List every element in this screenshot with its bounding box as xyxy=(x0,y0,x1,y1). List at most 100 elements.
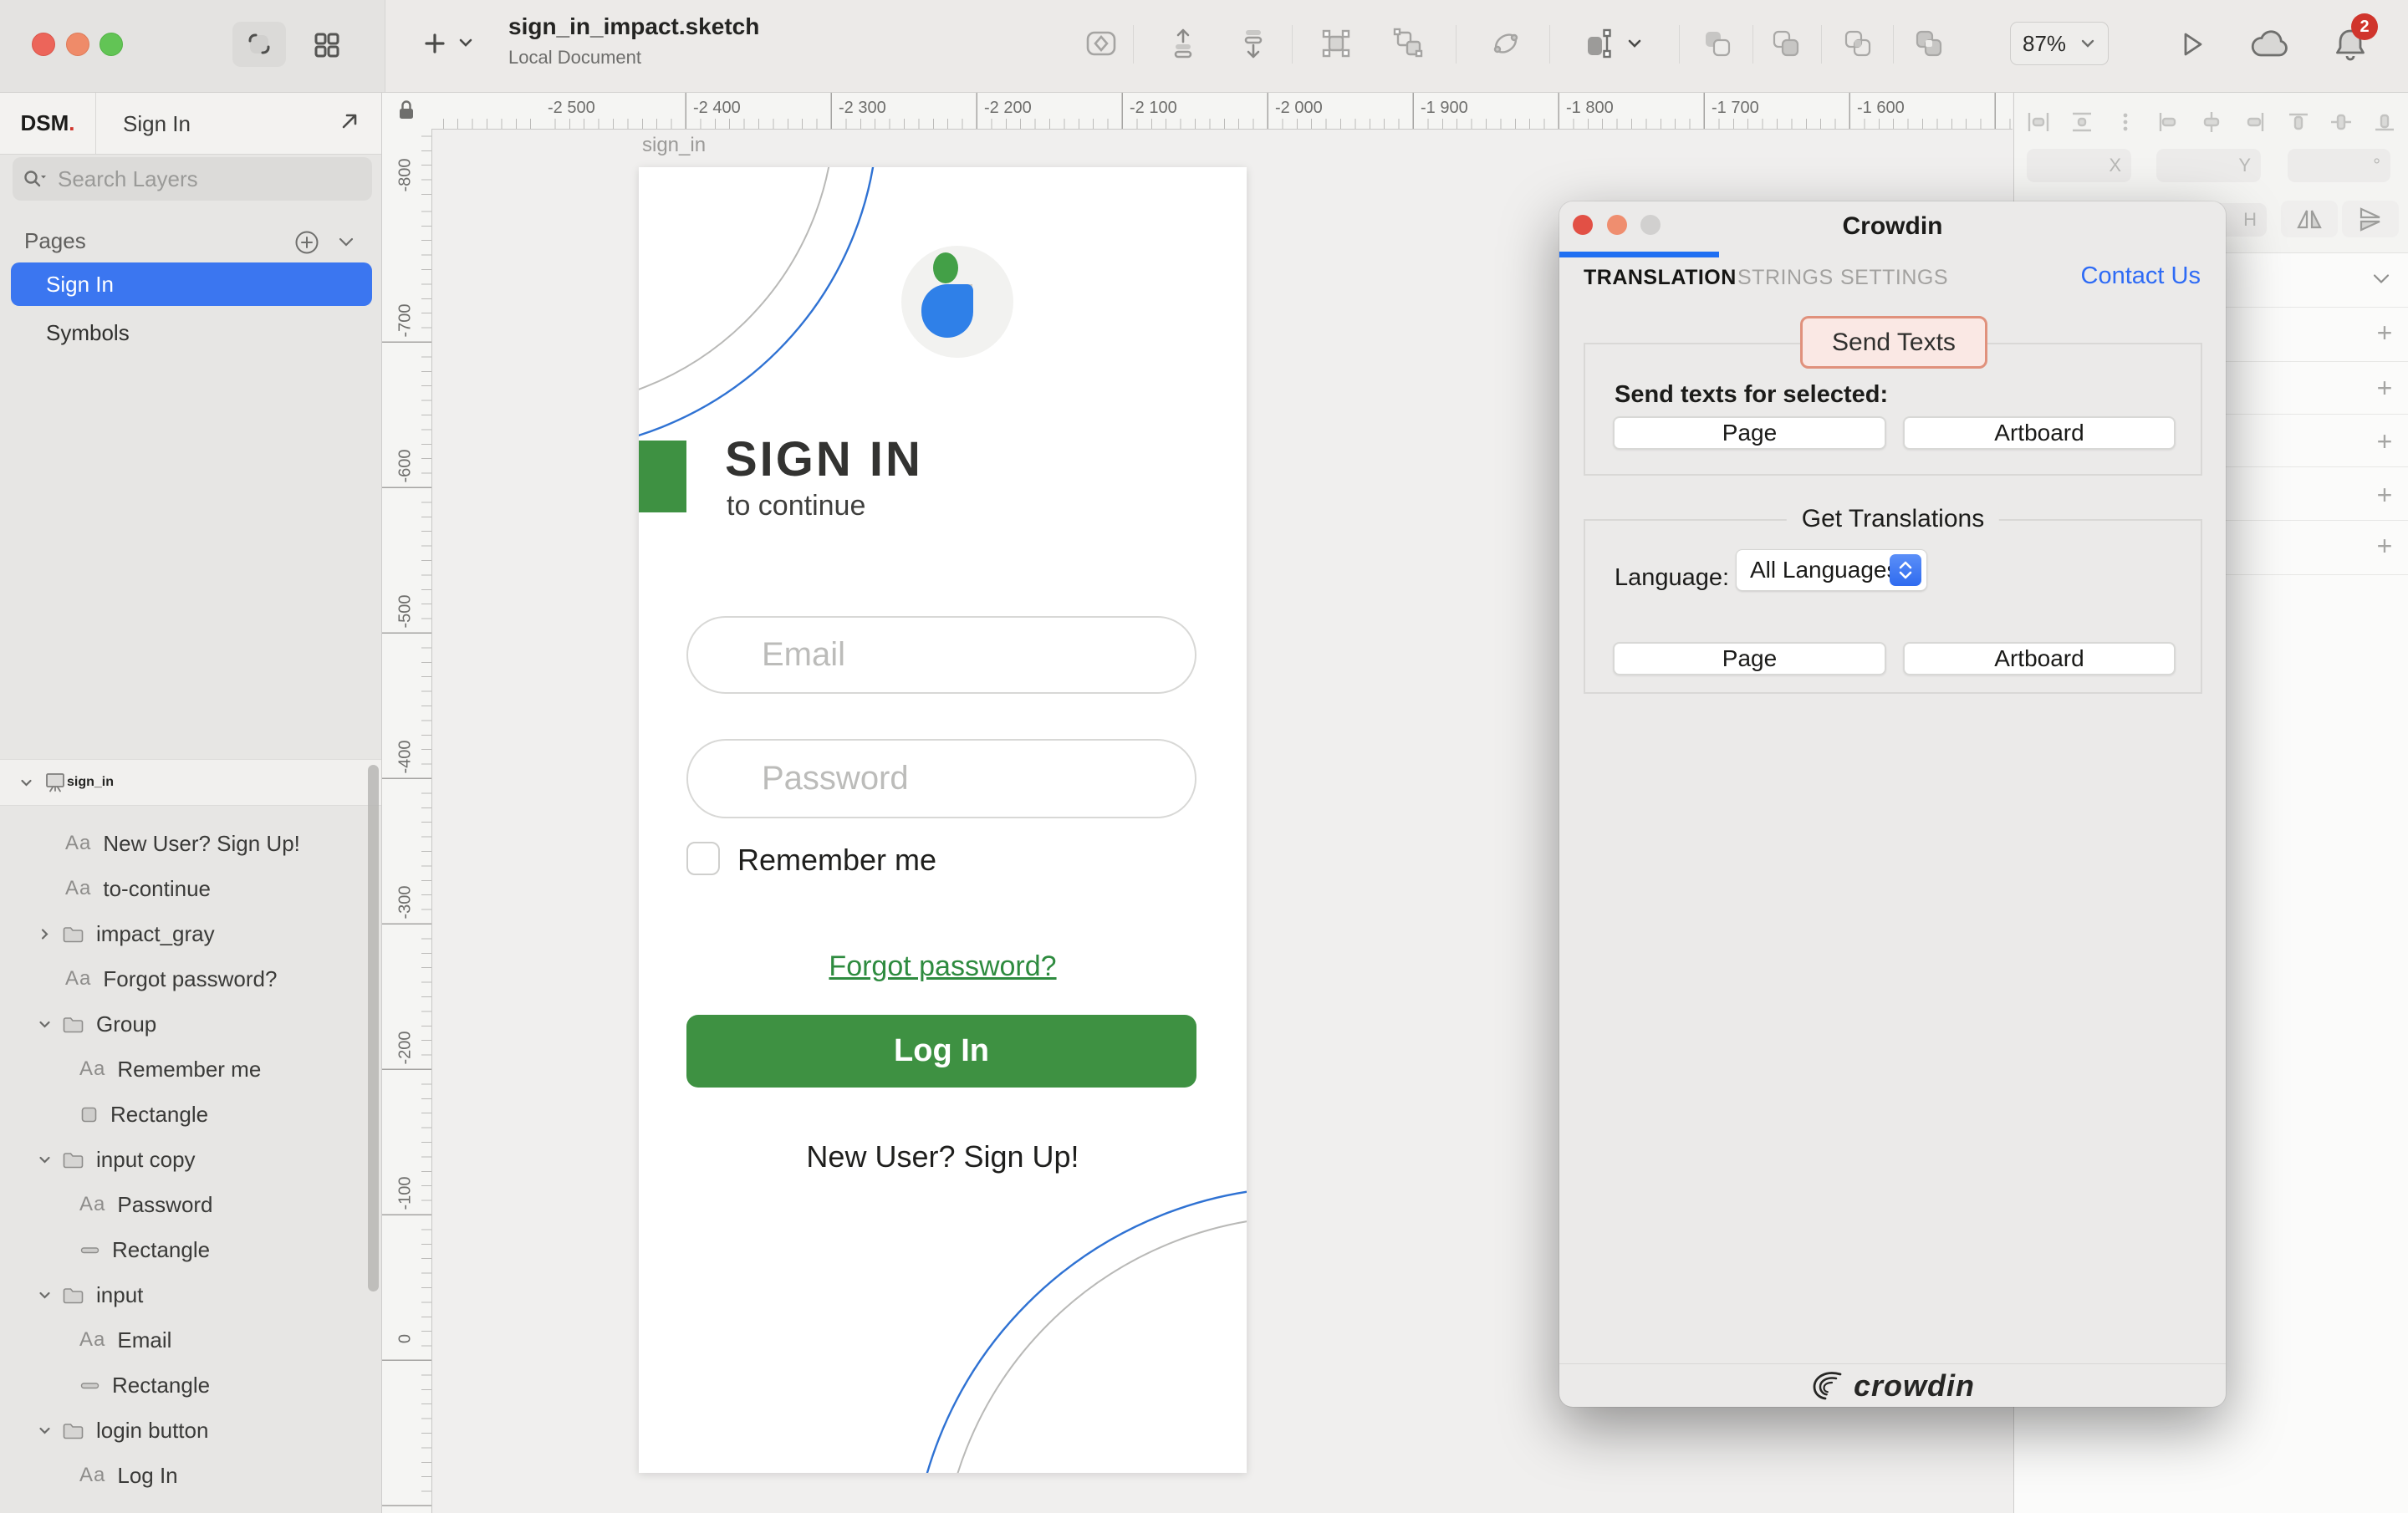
text-layer-icon: Aa xyxy=(65,967,91,990)
tab-dsm[interactable]: DSM. xyxy=(0,92,96,154)
layer-label: sign_in xyxy=(67,775,114,790)
plus-icon xyxy=(421,29,449,58)
distribute-vertically-icon[interactable] xyxy=(2069,110,2094,135)
sidebar-page-item[interactable]: Sign In xyxy=(11,262,372,306)
chevron-down-icon[interactable] xyxy=(19,776,33,790)
layer-label: Remember me xyxy=(117,1057,261,1083)
language-select[interactable]: All Languages xyxy=(1736,549,1927,591)
tab-translation[interactable]: TRANSLATION xyxy=(1584,266,1737,290)
distribute-horizontally-icon[interactable] xyxy=(2026,110,2051,135)
layer-item[interactable]: AaPassword xyxy=(0,1182,381,1227)
layer-item[interactable]: input xyxy=(0,1272,381,1317)
section-collapse-chevron-icon[interactable] xyxy=(2371,273,2391,286)
tab-settings[interactable]: SETTINGS xyxy=(1840,266,1948,290)
app-logo-blue-drop xyxy=(921,284,973,338)
scale-tool-button[interactable] xyxy=(1580,25,1617,62)
layer-item[interactable]: sign_in xyxy=(0,759,381,806)
add-page-button[interactable] xyxy=(294,230,319,255)
scale-chevron-icon[interactable] xyxy=(1625,37,1644,50)
align-right-icon[interactable] xyxy=(2242,110,2268,135)
align-center-horizontally-icon[interactable] xyxy=(2199,110,2224,135)
tab-strings[interactable]: STRINGS xyxy=(1737,266,1834,290)
add-style-button[interactable]: + xyxy=(2370,318,2400,348)
chevron-right-icon[interactable] xyxy=(38,927,52,941)
send-for-selected-label: Send texts for selected: xyxy=(1615,381,1888,409)
preview-button[interactable] xyxy=(2172,25,2211,64)
flip-horizontal-button[interactable] xyxy=(2281,201,2338,237)
layer-item[interactable]: input copy xyxy=(0,1137,381,1182)
group-button[interactable] xyxy=(1318,25,1354,62)
add-style-button[interactable]: + xyxy=(2370,531,2400,561)
send-page-button[interactable]: Page xyxy=(1613,416,1886,450)
window-zoom-button[interactable] xyxy=(99,33,123,56)
layer-label: Password xyxy=(117,1192,212,1218)
cloud-sync-button[interactable] xyxy=(2249,27,2293,64)
grid-view-button[interactable] xyxy=(303,27,351,64)
search-layers-field[interactable] xyxy=(13,157,372,201)
add-style-button[interactable]: + xyxy=(2370,480,2400,510)
chevron-down-icon[interactable] xyxy=(38,1153,52,1167)
contact-us-link[interactable]: Contact Us xyxy=(2081,262,2201,290)
rotation-field-label: ° xyxy=(2373,155,2380,176)
search-layers-input[interactable] xyxy=(56,166,344,193)
add-style-button[interactable]: + xyxy=(2370,373,2400,403)
insert-chevron-icon[interactable] xyxy=(457,35,475,50)
select-stepper-icon[interactable] xyxy=(1890,554,1921,586)
folder-layer-icon xyxy=(62,1421,84,1440)
layer-label: Rectangle xyxy=(112,1237,210,1263)
align-left-icon[interactable] xyxy=(2155,110,2181,135)
y-position-field[interactable]: Y xyxy=(2156,149,2261,182)
artboard-sign-in[interactable]: SIGN IN to continue Email Password Remem… xyxy=(639,167,1247,1473)
boolean-intersect-button[interactable] xyxy=(1839,25,1876,62)
flip-vertical-button[interactable] xyxy=(2342,201,2399,237)
toolbar-separator xyxy=(1821,25,1822,64)
chevron-down-icon[interactable] xyxy=(38,1288,52,1302)
x-position-field[interactable]: X xyxy=(2027,149,2131,182)
layer-item[interactable]: Aato-continue xyxy=(0,866,381,911)
rotation-field[interactable]: ° xyxy=(2288,149,2390,182)
send-backward-button[interactable] xyxy=(1235,25,1272,62)
layer-item[interactable]: AaLog In xyxy=(0,1453,381,1498)
align-bottom-icon[interactable] xyxy=(2372,110,2397,135)
transform-tool-button[interactable] xyxy=(1487,25,1524,62)
symbols-tool-button[interactable] xyxy=(1083,25,1120,62)
layer-item[interactable]: Group xyxy=(0,1001,381,1047)
layer-item[interactable]: Rectangle xyxy=(0,1092,381,1137)
get-page-button[interactable]: Page xyxy=(1613,642,1886,675)
layer-item[interactable]: login button xyxy=(0,1408,381,1453)
add-style-button[interactable]: + xyxy=(2370,426,2400,456)
get-artboard-button[interactable]: Artboard xyxy=(1903,642,2176,675)
window-close-button[interactable] xyxy=(32,33,55,56)
more-options-icon[interactable] xyxy=(2113,110,2138,135)
align-middle-vertically-icon[interactable] xyxy=(2329,110,2354,135)
boolean-union-button[interactable] xyxy=(1699,25,1736,62)
layer-item[interactable]: AaRemember me xyxy=(0,1047,381,1092)
send-texts-button[interactable]: Send Texts xyxy=(1800,316,1987,369)
sidebar-page-item[interactable]: Symbols xyxy=(11,311,372,354)
ruler-v-label: -400 xyxy=(396,735,416,780)
send-artboard-button[interactable]: Artboard xyxy=(1903,416,2176,450)
ungroup-button[interactable] xyxy=(1390,25,1427,62)
external-link-icon[interactable] xyxy=(339,110,360,132)
canvas-view-toggle-button[interactable] xyxy=(232,22,286,67)
layer-item[interactable]: AaEmail xyxy=(0,1317,381,1363)
chevron-down-icon[interactable] xyxy=(38,1017,52,1032)
insert-button[interactable] xyxy=(416,25,453,62)
layer-item[interactable]: AaNew User? Sign Up! xyxy=(0,821,381,866)
bring-forward-button[interactable] xyxy=(1165,25,1201,62)
sidebar-scrollbar[interactable] xyxy=(368,765,379,1291)
chevron-down-icon[interactable] xyxy=(38,1424,52,1438)
layer-item[interactable]: impact_gray xyxy=(0,911,381,956)
pages-collapse-chevron-icon[interactable] xyxy=(337,236,355,249)
boolean-difference-button[interactable] xyxy=(1911,25,1947,62)
layer-item[interactable]: Rectangle xyxy=(0,1363,381,1408)
artboard-title-label[interactable]: sign_in xyxy=(642,134,706,157)
window-minimize-button[interactable] xyxy=(66,33,89,56)
layer-item[interactable]: Rectangle xyxy=(0,1227,381,1272)
boolean-subtract-button[interactable] xyxy=(1768,25,1804,62)
ruler-corner-lock[interactable] xyxy=(381,92,431,130)
layer-item[interactable]: AaForgot password? xyxy=(0,956,381,1001)
tab-current-page[interactable]: Sign In xyxy=(123,111,191,137)
align-top-icon[interactable] xyxy=(2286,110,2311,135)
zoom-level-select[interactable]: 87% xyxy=(2010,22,2109,65)
